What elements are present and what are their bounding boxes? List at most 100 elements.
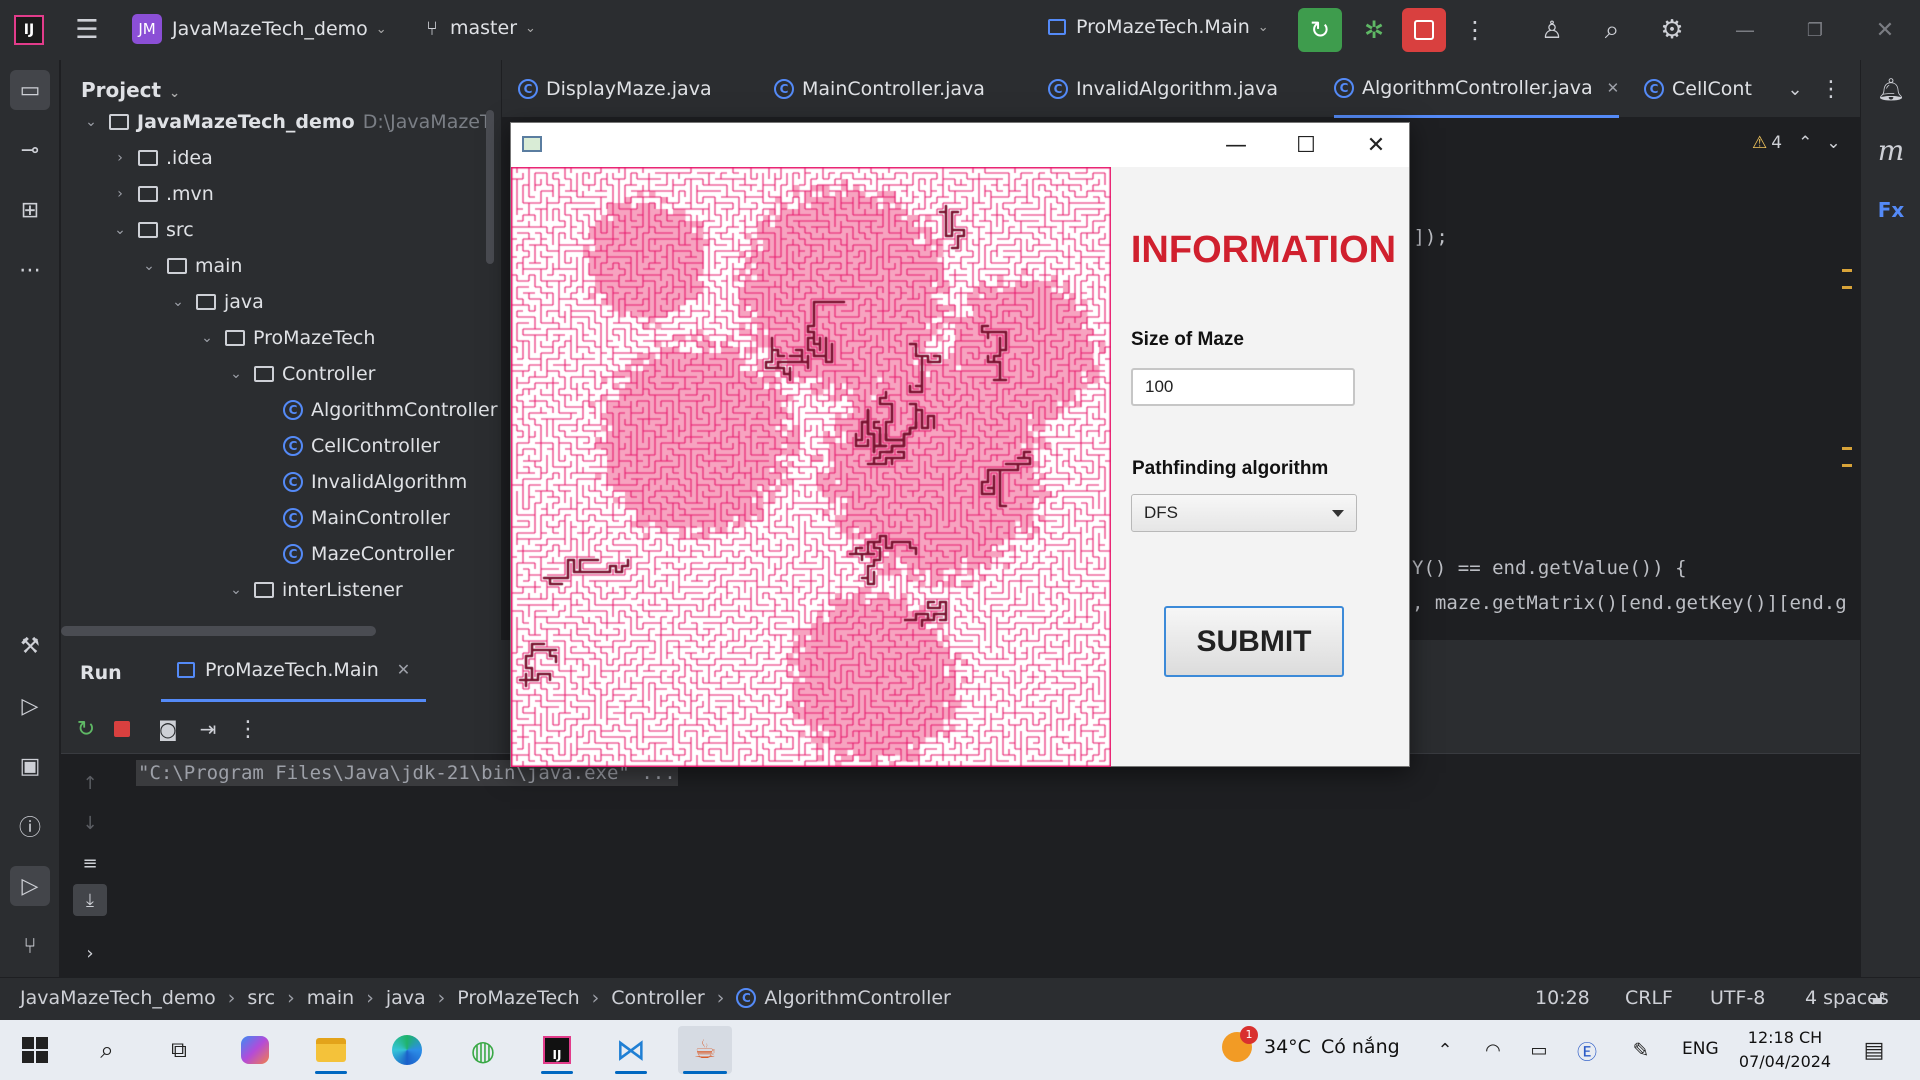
chevron-down-icon[interactable]: ⌄ <box>139 258 159 274</box>
horizontal-scrollbar[interactable] <box>61 626 376 636</box>
maze-window-titlebar[interactable]: — ☐ ✕ <box>511 123 1409 167</box>
wifi-icon[interactable]: ◠ <box>1478 1032 1508 1068</box>
more-actions-icon[interactable]: ⋮ <box>1460 8 1490 52</box>
warnings-indicator[interactable]: ⚠ 4 ⌃ ⌄ <box>1752 133 1841 153</box>
cursor-position[interactable]: 10:28 <box>1535 987 1590 1009</box>
restore-icon[interactable]: ❐ <box>1790 8 1840 52</box>
tree-item[interactable]: C CellController <box>255 428 440 464</box>
battery-icon[interactable]: ▭ <box>1524 1032 1554 1068</box>
vertical-scrollbar[interactable] <box>486 110 494 264</box>
line-separator[interactable]: CRLF <box>1625 987 1673 1009</box>
submit-button[interactable]: SUBMIT <box>1164 606 1344 677</box>
breadcrumb-item[interactable]: main <box>307 987 354 1009</box>
services-icon[interactable]: ▷ <box>10 686 50 726</box>
close-tab-icon[interactable]: ✕ <box>1607 79 1620 97</box>
branch-selector[interactable]: ⑂ master ⌄ <box>426 16 536 40</box>
editor-tab[interactable]: C CellCont <box>1644 60 1752 118</box>
tree-item[interactable]: ⌄ main <box>139 248 242 284</box>
soft-wrap-icon[interactable]: ≡ <box>73 848 107 878</box>
maximize-icon[interactable]: ☐ <box>1271 123 1341 167</box>
breadcrumb-item[interactable]: java <box>386 987 426 1009</box>
pen-icon[interactable]: ✎ <box>1626 1032 1656 1068</box>
read-only-lock-icon[interactable]: 🔓︎ <box>1872 985 1885 1009</box>
tree-item[interactable]: › .idea <box>110 140 213 176</box>
exit-icon[interactable]: ⇥ <box>191 712 225 746</box>
main-menu-icon[interactable]: ☰ <box>70 15 104 45</box>
search-icon[interactable]: ⌕ <box>1590 8 1634 52</box>
tree-item[interactable]: ⌄ JavaMazeTech_demo D:\JavaMazeT <box>81 104 491 140</box>
next-highlight-icon[interactable]: ⌄ <box>1826 133 1840 153</box>
algorithm-select[interactable]: DFS <box>1131 494 1357 532</box>
app-swirl-icon[interactable]: ◍ <box>456 1026 510 1074</box>
breadcrumb-item[interactable]: src <box>247 987 275 1009</box>
project-folder-icon[interactable]: ▭ <box>10 70 50 110</box>
rerun-icon[interactable]: ↻ <box>69 712 103 746</box>
editor-tab[interactable]: C InvalidAlgorithm.java <box>1048 60 1278 118</box>
notification-center-icon[interactable]: ▤ <box>1856 1032 1892 1068</box>
chevron-down-icon[interactable]: ⌄ <box>197 330 217 346</box>
weather-widget[interactable]: 1 34°C Có nắng <box>1222 1026 1400 1062</box>
tree-item[interactable]: ⌄ interListener <box>226 572 403 608</box>
build-hammer-icon[interactable]: ⚒ <box>10 626 50 666</box>
close-tab-icon[interactable]: ✕ <box>397 660 410 679</box>
chevron-down-icon[interactable]: ⌄ <box>226 582 246 598</box>
run-more-icon[interactable]: ⋮ <box>231 712 265 746</box>
prev-highlight-icon[interactable]: ⌃ <box>1798 133 1812 153</box>
chevron-right-icon[interactable]: › <box>110 186 130 202</box>
tabs-dropdown-icon[interactable]: ⌄ <box>1780 72 1810 106</box>
project-panel-title[interactable]: Project ⌄ <box>81 78 180 102</box>
file-explorer-icon[interactable] <box>304 1026 358 1074</box>
minimize-icon[interactable]: — <box>1720 8 1770 52</box>
chevron-right-icon[interactable]: › <box>110 150 130 166</box>
chevron-down-icon[interactable]: ⌄ <box>168 294 188 310</box>
tray-app-icon[interactable]: Ⓔ <box>1572 1032 1602 1068</box>
scroll-to-end-icon[interactable]: ⤓ <box>73 884 107 916</box>
task-view-icon[interactable]: ⧉ <box>152 1026 206 1074</box>
javafx-icon[interactable]: Fx <box>1871 190 1911 230</box>
clock[interactable]: 12:18 CH 07/04/2024 <box>1730 1026 1840 1074</box>
breadcrumb-item[interactable]: JavaMazeTech_demo <box>20 987 216 1009</box>
edge-browser-icon[interactable] <box>380 1026 434 1074</box>
notifications-bell-icon[interactable]: 🔔︎ <box>1871 70 1911 110</box>
editor-tab[interactable]: C DisplayMaze.java <box>518 60 712 118</box>
tree-item[interactable]: ⌄ ProMazeTech <box>197 320 375 356</box>
expand-icon[interactable]: › <box>73 938 107 968</box>
editor-tab[interactable]: C AlgorithmController.java ✕ <box>1334 60 1620 118</box>
camera-icon[interactable]: ◙ <box>151 712 185 746</box>
tray-chevron-icon[interactable]: ⌃ <box>1430 1032 1460 1068</box>
tree-item[interactable]: C MainController <box>255 500 450 536</box>
rerun-icon[interactable]: ↻ <box>1298 8 1342 52</box>
intellij-taskbar-icon[interactable]: IJ <box>530 1026 584 1074</box>
tree-item[interactable]: › .mvn <box>110 176 214 212</box>
breadcrumb-item[interactable]: Controller <box>611 987 704 1009</box>
run-config-selector[interactable]: ProMazeTech.Main ⌄ <box>1048 16 1269 38</box>
taskbar-search-icon[interactable]: ⌕ <box>80 1026 134 1074</box>
debug-icon[interactable]: ✲ <box>1352 8 1396 52</box>
chevron-down-icon[interactable]: ⌄ <box>226 366 246 382</box>
java-app-icon[interactable]: ☕︎ <box>678 1026 732 1074</box>
git-icon[interactable]: ⑂ <box>10 926 50 966</box>
structure-icon[interactable]: ⊞ <box>10 190 50 230</box>
maven-icon[interactable]: m <box>1871 130 1911 170</box>
add-user-icon[interactable]: ♙ <box>1530 8 1574 52</box>
stop-icon[interactable] <box>105 712 139 746</box>
tree-item[interactable]: C MazeController <box>255 536 454 572</box>
chevron-down-icon[interactable]: ⌄ <box>110 222 130 238</box>
tree-item[interactable]: C AlgorithmController <box>255 392 498 428</box>
scroll-down-icon[interactable]: ↓ <box>73 808 107 838</box>
run-tool-icon[interactable]: ▷ <box>10 866 50 906</box>
breadcrumb-item[interactable]: AlgorithmController <box>764 987 951 1009</box>
tabs-more-icon[interactable]: ⋮ <box>1816 72 1846 106</box>
tree-item[interactable]: C InvalidAlgorithm <box>255 464 467 500</box>
language-indicator[interactable]: ENG <box>1682 1039 1719 1059</box>
settings-gear-icon[interactable]: ⚙ <box>1650 8 1694 52</box>
editor-tab[interactable]: C MainController.java <box>774 60 985 118</box>
more-tools-icon[interactable]: ⋯ <box>10 250 50 290</box>
terminal-icon[interactable]: ▣ <box>10 746 50 786</box>
close-icon[interactable]: ✕ <box>1860 8 1910 52</box>
project-selector[interactable]: JM JavaMazeTech_demo ⌄ <box>132 14 387 44</box>
maze-size-input[interactable] <box>1131 368 1355 406</box>
file-encoding[interactable]: UTF-8 <box>1710 987 1765 1009</box>
windows-start-icon[interactable] <box>8 1026 62 1074</box>
run-tab[interactable]: ProMazeTech.Main ✕ <box>161 640 427 702</box>
